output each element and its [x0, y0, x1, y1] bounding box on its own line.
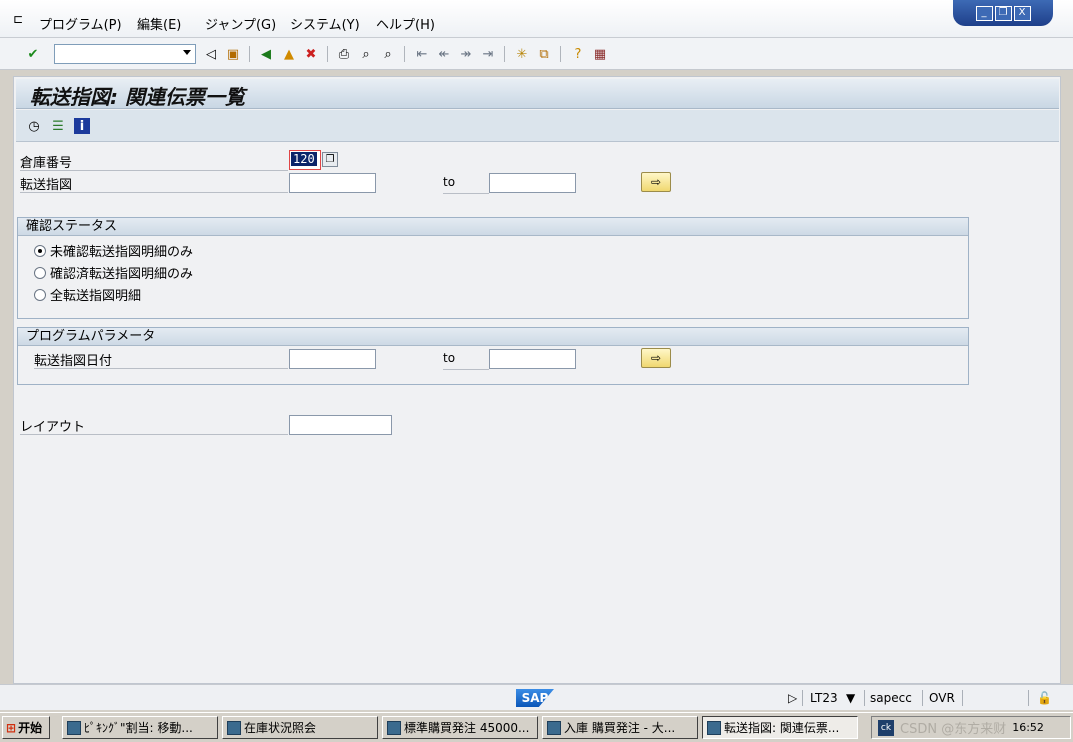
window-controls: _ ❐ X: [953, 0, 1053, 26]
taskbar-item-active[interactable]: 転送指図: 関連伝票...: [702, 716, 858, 739]
radio-button[interactable]: [34, 288, 46, 301]
layout-icon[interactable]: ▦: [591, 45, 609, 63]
status-toggle-icon[interactable]: ▷: [788, 691, 797, 705]
sap-logo: SAP: [516, 689, 554, 707]
menu-edit[interactable]: 編集(E): [137, 14, 181, 33]
start-button[interactable]: ⊞ 开始: [2, 716, 50, 739]
app-icon: [547, 720, 561, 735]
transaction-code: LT23: [810, 691, 838, 705]
check-icon[interactable]: ✔: [24, 45, 42, 63]
new-session-icon[interactable]: ✳: [513, 45, 531, 63]
arrow-right-icon: ⇨: [650, 175, 662, 189]
save-icon[interactable]: ▣: [224, 45, 242, 63]
lock-icon[interactable]: 🔓: [1037, 691, 1052, 705]
date-from-field[interactable]: [289, 349, 376, 369]
system-tray: ck CSDN @东方来财 16:52: [871, 716, 1071, 739]
menu-program[interactable]: プログラム(P): [39, 14, 122, 33]
toolbar-separator: [504, 46, 505, 62]
radio-all[interactable]: 全転送指図明細: [34, 285, 141, 304]
radio-button[interactable]: [34, 244, 46, 257]
page-title: 転送指図: 関連伝票一覧: [30, 85, 245, 109]
transfer-order-to-field[interactable]: [489, 173, 576, 193]
group-header: プログラムパラメータ: [18, 328, 968, 346]
help-icon[interactable]: ?: [569, 45, 587, 63]
status-separator: [922, 690, 923, 706]
to-label: to: [443, 175, 489, 194]
status-bar: SAP ▷ LT23 ▼ sapecc OVR 🔓: [0, 684, 1073, 710]
multiple-selection-button[interactable]: ⇨: [641, 348, 671, 368]
server-name: sapecc: [870, 691, 912, 705]
last-page-icon[interactable]: ⇥: [479, 45, 497, 63]
layout-field[interactable]: [289, 415, 392, 435]
taskbar: ⊞ 开始 ﾋﾟｷﾝｸﾞ"割当: 移動... 在庫状況照会 標準購買発注 4500…: [0, 712, 1073, 742]
taskbar-item[interactable]: ﾋﾟｷﾝｸﾞ"割当: 移動...: [62, 716, 218, 739]
chevron-down-icon[interactable]: ▼: [846, 691, 855, 705]
menu-system[interactable]: システム(Y): [290, 14, 360, 33]
application-toolbar: ◷ ☰ i: [16, 110, 1059, 142]
selection-options-icon[interactable]: ☰: [50, 118, 66, 134]
transfer-order-label: 転送指図: [20, 174, 288, 193]
radio-confirmed[interactable]: 確認済転送指図明細のみ: [34, 263, 193, 282]
prev-page-icon[interactable]: ↞: [435, 45, 453, 63]
status-separator: [864, 690, 865, 706]
first-page-icon[interactable]: ⇤: [413, 45, 431, 63]
status-separator: [1028, 690, 1029, 706]
title-bar: 転送指図: 関連伝票一覧: [16, 79, 1059, 109]
minimize-button[interactable]: _: [975, 5, 993, 21]
toolbar-separator: [327, 46, 328, 62]
menu-entry-icon[interactable]: ⊏: [13, 12, 23, 26]
layout-label: レイアウト: [20, 416, 288, 435]
toolbar-separator: [249, 46, 250, 62]
taskbar-item[interactable]: 入庫 購買発注 - 大...: [542, 716, 698, 739]
group-header: 確認ステータス: [18, 218, 968, 236]
menu-bar: ⊏ プログラム(P) 編集(E) ジャンプ(G) システム(Y) ヘルプ(H) …: [0, 0, 1073, 38]
close-button[interactable]: X: [1013, 5, 1031, 21]
info-icon[interactable]: i: [74, 118, 90, 134]
radio-unconfirmed[interactable]: 未確認転送指図明細のみ: [34, 241, 193, 260]
find-icon[interactable]: ⌕: [357, 45, 375, 63]
back-icon[interactable]: ◀: [257, 45, 275, 63]
system-toolbar: ✔ ◁ ▣ ◀ ▲ ✖ ⎙ ⌕ ⌕ ⇤ ↞ ↠ ⇥ ✳ ⧉ ? ▦: [0, 38, 1073, 70]
transfer-order-from-field[interactable]: [289, 173, 376, 193]
taskbar-item[interactable]: 標準購買発注 45000...: [382, 716, 538, 739]
app-icon: [227, 720, 241, 735]
exit-icon[interactable]: ▲: [280, 45, 298, 63]
command-field[interactable]: [54, 44, 196, 64]
warehouse-label: 倉庫番号: [20, 152, 288, 171]
menu-jump[interactable]: ジャンプ(G): [205, 14, 276, 33]
menu-help[interactable]: ヘルプ(H): [376, 14, 435, 33]
back-triangle-icon[interactable]: ◁: [202, 45, 220, 63]
execute-icon[interactable]: ◷: [26, 118, 42, 134]
find-next-icon[interactable]: ⌕: [379, 45, 397, 63]
app-icon: [387, 720, 401, 735]
next-page-icon[interactable]: ↠: [457, 45, 475, 63]
status-separator: [962, 690, 963, 706]
multiple-selection-button[interactable]: ⇨: [641, 172, 671, 192]
app-icon: [67, 720, 81, 735]
copy-icon[interactable]: ❐: [322, 152, 338, 167]
cancel-icon[interactable]: ✖: [302, 45, 320, 63]
taskbar-item[interactable]: 在庫状況照会: [222, 716, 378, 739]
restore-button[interactable]: ❐: [994, 5, 1012, 21]
date-to-field[interactable]: [489, 349, 576, 369]
date-label: 転送指図日付: [34, 350, 288, 369]
warehouse-field[interactable]: 120: [289, 150, 321, 170]
input-mode[interactable]: OVR: [929, 691, 955, 705]
windows-logo-icon: ⊞: [6, 720, 17, 735]
chevron-down-icon[interactable]: [183, 50, 191, 55]
main-workspace: 転送指図: 関連伝票一覧 ◷ ☰ i 倉庫番号 120 ❐ 転送指図 to ⇨ …: [13, 76, 1061, 684]
print-icon[interactable]: ⎙: [335, 45, 353, 63]
arrow-right-icon: ⇨: [650, 351, 662, 365]
toolbar-separator: [560, 46, 561, 62]
tray-app-icon[interactable]: ck: [878, 719, 894, 736]
shortcut-icon[interactable]: ⧉: [535, 45, 553, 63]
radio-button[interactable]: [34, 266, 46, 279]
to-label: to: [443, 351, 489, 370]
status-separator: [802, 690, 803, 706]
watermark: CSDN @东方来财: [900, 722, 1007, 737]
toolbar-separator: [404, 46, 405, 62]
clock: 16:52: [1012, 721, 1044, 734]
app-icon: [707, 720, 721, 735]
